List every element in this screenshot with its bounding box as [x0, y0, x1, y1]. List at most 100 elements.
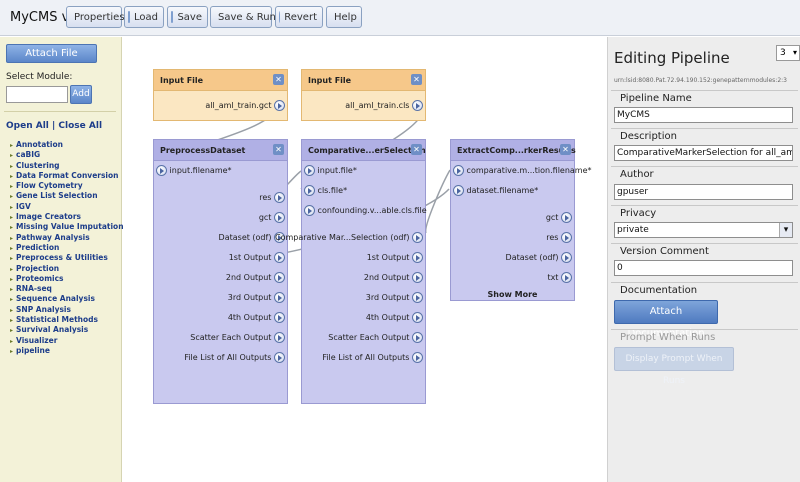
load-button[interactable]: Load: [124, 6, 164, 28]
close-icon[interactable]: ✕: [560, 144, 571, 155]
output-port[interactable]: Scatter Each Output: [190, 332, 285, 343]
category-item[interactable]: pipeline: [10, 346, 120, 356]
category-item[interactable]: Missing Value Imputation: [10, 222, 124, 232]
port-icon[interactable]: [274, 332, 285, 343]
help-button[interactable]: Help: [326, 6, 362, 28]
category-item[interactable]: Flow Cytometry: [10, 181, 120, 191]
display-prompt-button[interactable]: Display Prompt When Runs: [614, 347, 734, 386]
input-port[interactable]: cls.file*: [304, 185, 347, 196]
port-icon[interactable]: [412, 272, 423, 283]
input-port[interactable]: comparative.m...tion.filename*: [453, 165, 592, 176]
category-item[interactable]: Image Creators: [10, 212, 120, 222]
input-port[interactable]: input.filename*: [156, 165, 232, 176]
extract-marker-results-module[interactable]: ExtractComp...rkerResults ✕ comparative.m…: [450, 139, 592, 301]
category-item[interactable]: Data Format Conversion: [10, 171, 120, 181]
comparative-marker-selection-module[interactable]: Comparative...erSelection ✕ input.file* c…: [275, 139, 427, 404]
close-icon[interactable]: ✕: [411, 74, 422, 85]
port-icon[interactable]: [561, 272, 572, 283]
output-port[interactable]: File List of All Outputs: [184, 352, 285, 363]
save-button[interactable]: Save: [167, 6, 208, 28]
show-more-link[interactable]: Show More: [451, 290, 574, 299]
port-icon[interactable]: [304, 165, 315, 176]
input-file-module[interactable]: Input File ✕ all_aml_train.cls: [301, 69, 426, 121]
port-icon[interactable]: [412, 332, 423, 343]
revert-button[interactable]: Revert: [275, 6, 323, 28]
output-port[interactable]: 2nd Output: [226, 272, 285, 283]
category-item[interactable]: IGV: [10, 202, 120, 212]
port-icon[interactable]: [412, 232, 423, 243]
port-icon[interactable]: [412, 312, 423, 323]
attach-file-button[interactable]: Attach File: [6, 44, 97, 63]
save-run-button[interactable]: Save & Run: [210, 6, 276, 28]
output-port[interactable]: res: [546, 232, 572, 243]
pipeline-name-input[interactable]: MyCMS: [614, 107, 793, 123]
port-icon[interactable]: [412, 292, 423, 303]
version-select[interactable]: 3: [776, 45, 800, 61]
port-icon[interactable]: [304, 205, 315, 216]
category-item[interactable]: RNA-seq: [10, 284, 120, 294]
category-item[interactable]: caBIG: [10, 150, 120, 160]
select-module-input[interactable]: [6, 86, 68, 103]
input-port[interactable]: confounding.v...able.cls.file: [304, 205, 427, 216]
output-port[interactable]: 3rd Output: [366, 292, 423, 303]
author-input[interactable]: gpuser: [614, 184, 793, 200]
port-icon[interactable]: [453, 185, 464, 196]
category-item[interactable]: Visualizer: [10, 336, 120, 346]
port-icon[interactable]: [274, 312, 285, 323]
port-icon[interactable]: [304, 185, 315, 196]
port-icon[interactable]: [274, 212, 285, 223]
port-icon[interactable]: [156, 165, 167, 176]
version-comment-input[interactable]: 0: [614, 260, 793, 276]
description-input[interactable]: ComparativeMarkerSelection for all_aml_t…: [614, 145, 793, 161]
output-port[interactable]: 1st Output: [367, 252, 423, 263]
output-port[interactable]: all_aml_train.gct: [205, 100, 285, 111]
input-file-module[interactable]: Input File ✕ all_aml_train.gct: [153, 69, 288, 121]
output-port[interactable]: Comparative Mar...Selection (odf): [275, 232, 423, 243]
port-icon[interactable]: [412, 252, 423, 263]
output-port[interactable]: 4th Output: [228, 312, 285, 323]
category-item[interactable]: SNP Analysis: [10, 305, 120, 315]
category-item[interactable]: Pathway Analysis: [10, 233, 120, 243]
port-icon[interactable]: [561, 252, 572, 263]
output-port[interactable]: 3rd Output: [228, 292, 285, 303]
close-icon[interactable]: ✕: [411, 144, 422, 155]
port-icon[interactable]: [274, 192, 285, 203]
port-icon[interactable]: [453, 165, 464, 176]
open-close-all-link[interactable]: Open All | Close All: [6, 121, 102, 131]
output-port[interactable]: txt: [547, 272, 572, 283]
output-port[interactable]: all_aml_train.cls: [345, 100, 423, 111]
output-port[interactable]: gct: [546, 212, 572, 223]
attach-documentation-button[interactable]: Attach Documentation: [614, 300, 718, 339]
output-port[interactable]: 4th Output: [366, 312, 423, 323]
output-port[interactable]: 1st Output: [229, 252, 285, 263]
output-port[interactable]: res: [259, 192, 285, 203]
category-item[interactable]: Preprocess & Utilities: [10, 253, 120, 263]
category-item[interactable]: Gene List Selection: [10, 191, 120, 201]
category-item[interactable]: Clustering: [10, 161, 120, 171]
port-icon[interactable]: [412, 352, 423, 363]
port-icon[interactable]: [274, 252, 285, 263]
category-item[interactable]: Proteomics: [10, 274, 120, 284]
input-port[interactable]: dataset.filename*: [453, 185, 538, 196]
category-item[interactable]: Survival Analysis: [10, 325, 120, 335]
category-item[interactable]: Prediction: [10, 243, 120, 253]
close-icon[interactable]: ✕: [273, 144, 284, 155]
close-icon[interactable]: ✕: [273, 74, 284, 85]
preprocess-dataset-module[interactable]: PreprocessDataset ✕ input.filename* res g…: [153, 139, 288, 404]
pipeline-canvas[interactable]: Input File ✕ all_aml_train.gct Input File…: [123, 37, 607, 482]
port-icon[interactable]: [274, 272, 285, 283]
port-icon[interactable]: [274, 292, 285, 303]
output-port[interactable]: 2nd Output: [364, 272, 423, 283]
category-item[interactable]: Statistical Methods: [10, 315, 120, 325]
port-icon[interactable]: [274, 352, 285, 363]
output-port[interactable]: Dataset (odf): [506, 252, 572, 263]
port-icon[interactable]: [274, 100, 285, 111]
add-module-button[interactable]: Add: [70, 85, 92, 104]
category-item[interactable]: Projection: [10, 264, 120, 274]
port-icon[interactable]: [561, 232, 572, 243]
input-port[interactable]: input.file*: [304, 165, 357, 176]
category-item[interactable]: Annotation: [10, 140, 120, 150]
port-icon[interactable]: [561, 212, 572, 223]
output-port[interactable]: gct: [259, 212, 285, 223]
properties-button[interactable]: Properties: [66, 6, 125, 28]
